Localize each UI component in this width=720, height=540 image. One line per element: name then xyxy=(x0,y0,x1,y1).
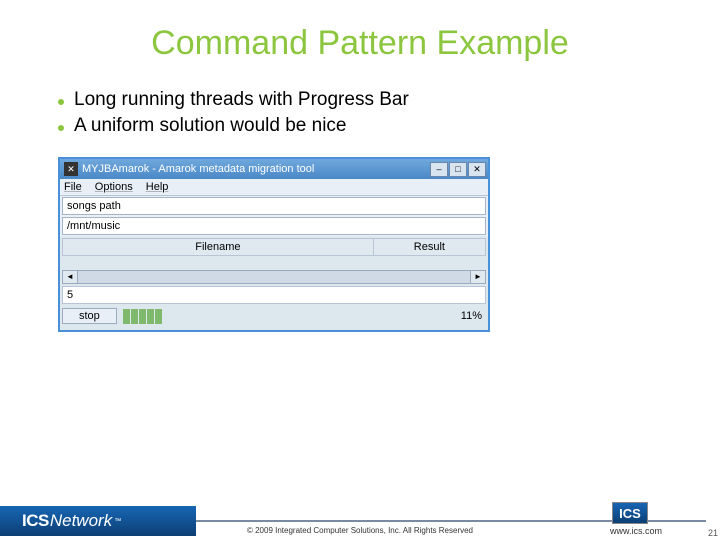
scroll-left-icon[interactable]: ◄ xyxy=(62,270,78,284)
app-icon: ✕ xyxy=(64,162,78,176)
ics-badge-logo: ICS xyxy=(612,502,648,524)
minimize-button[interactable]: – xyxy=(430,162,448,177)
bullet-item: Long running threads with Progress Bar xyxy=(58,89,720,111)
titlebar: ✕ MYJBAmarok - Amarok metadata migration… xyxy=(60,159,488,179)
menu-help[interactable]: Help xyxy=(146,181,169,193)
window-title: MYJBAmarok - Amarok metadata migration t… xyxy=(82,163,429,175)
progress-percent: 11% xyxy=(461,310,482,322)
slide-title: Command Pattern Example xyxy=(0,0,720,63)
stop-button[interactable]: stop xyxy=(62,308,117,324)
songs-path-label-input[interactable] xyxy=(62,197,486,215)
menu-file[interactable]: File xyxy=(64,181,82,193)
songs-path-input[interactable] xyxy=(62,217,486,235)
menubar: File Options Help xyxy=(60,179,488,196)
trademark-icon: ™ xyxy=(114,518,121,525)
maximize-button[interactable]: □ xyxy=(449,162,467,177)
count-display: 5 xyxy=(62,286,486,304)
close-button[interactable]: ✕ xyxy=(468,162,486,177)
scroll-right-icon[interactable]: ► xyxy=(470,270,486,284)
column-filename: Filename xyxy=(63,239,374,255)
page-number: 21 xyxy=(708,528,718,538)
table-header: Filename Result xyxy=(62,238,486,256)
bullet-dot-icon xyxy=(58,99,64,105)
slide-footer: ICSNetwork™ © 2009 Integrated Computer S… xyxy=(0,500,720,540)
menu-options[interactable]: Options xyxy=(95,181,133,193)
column-result: Result xyxy=(374,239,485,255)
scroll-track[interactable] xyxy=(78,270,470,284)
bullet-text: Long running threads with Progress Bar xyxy=(74,89,409,111)
horizontal-scrollbar[interactable]: ◄ ► xyxy=(62,270,486,284)
progress-bar xyxy=(123,309,455,324)
bullet-dot-icon xyxy=(58,125,64,131)
bullet-list: Long running threads with Progress Bar A… xyxy=(58,89,720,137)
app-window: ✕ MYJBAmarok - Amarok metadata migration… xyxy=(58,157,490,332)
bullet-item: A uniform solution would be nice xyxy=(58,115,720,137)
bullet-text: A uniform solution would be nice xyxy=(74,115,347,137)
footer-url: www.ics.com xyxy=(610,526,662,536)
